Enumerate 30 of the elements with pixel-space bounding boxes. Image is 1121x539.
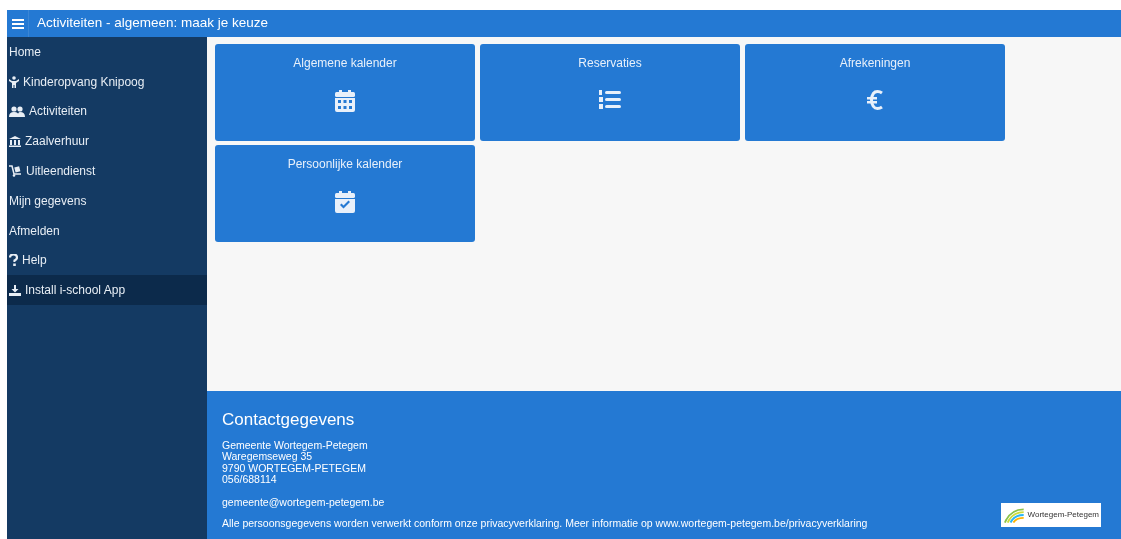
building-columns-icon <box>9 135 21 147</box>
logo-text: Wortegem-Petegem <box>1027 510 1099 520</box>
menu-tile[interactable]: Algemene kalender <box>215 44 475 141</box>
menu-tile[interactable]: Afrekeningen <box>745 44 1005 141</box>
sidebar-item[interactable]: Mijn gegevens <box>7 186 207 216</box>
address-text: Gemeente Wortegem-Petegem Waregemseweg 35 9790 WORTEGEM-PETEGEM 056/688114 <box>222 439 369 486</box>
question-icon <box>9 254 18 267</box>
email-text: gemeente@wortegem-petegem.be <box>222 496 386 509</box>
sidebar-item[interactable]: Zaalverhuur <box>7 126 207 157</box>
calendar-icon <box>335 90 355 112</box>
privacy-text: Alle persoonsgegevens worden verwerkt conform onze privacyverklaring. Meer informatie op www.wortegem-petegem.be/privacyverklaring <box>222 518 869 530</box>
euro-icon <box>867 90 883 110</box>
sidebar-item[interactable]: Install i-school App <box>7 275 207 306</box>
sidebar-item[interactable]: Kinderopvang Knipoog <box>7 66 207 97</box>
calendar-check-icon <box>335 191 355 213</box>
menu-tile[interactable]: Reservaties <box>480 44 740 141</box>
sidebar-item[interactable]: Uitleendienst <box>7 156 207 186</box>
sidebar-item[interactable]: Activiteiten <box>7 96 207 127</box>
page-title: Activiteiten - algemeen: maak je keuze <box>37 14 269 33</box>
sidebar-item[interactable]: Afmelden <box>7 215 207 246</box>
dolly-icon <box>9 165 22 178</box>
footer-title: Contactgegevens <box>222 411 356 430</box>
sidebar-item[interactable]: Home <box>7 37 207 67</box>
users-icon <box>9 106 25 117</box>
rainbow-logo-icon <box>1003 507 1026 523</box>
child-figure-icon <box>9 75 19 88</box>
menu-tile[interactable]: Persoonlijke kalender <box>215 145 475 242</box>
sidebar-item[interactable]: Help <box>7 245 207 276</box>
download-icon <box>9 284 21 296</box>
numbered-list-icon <box>599 90 621 110</box>
